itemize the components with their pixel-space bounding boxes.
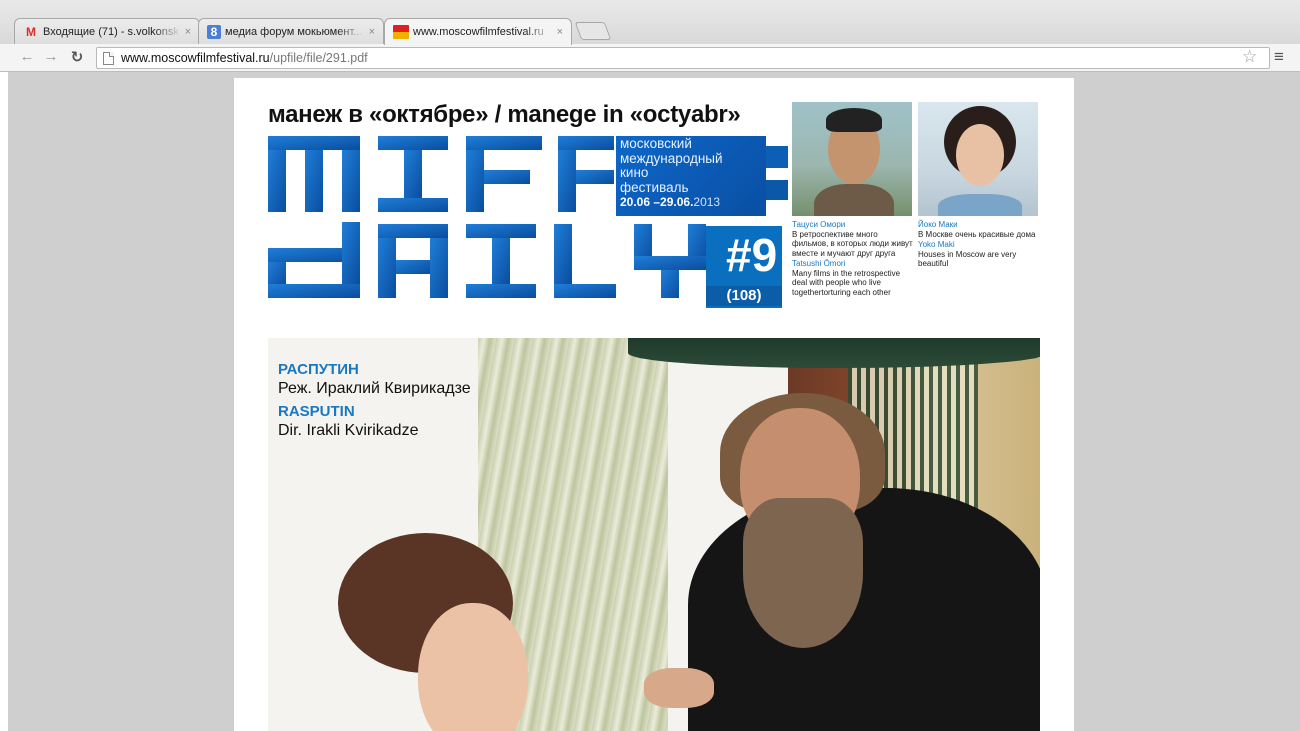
page-icon xyxy=(103,51,114,65)
back-arrow-icon[interactable]: ← xyxy=(18,48,36,65)
film-title-en: RASPUTIN xyxy=(278,403,355,420)
caption-name-en: Yoko Maki xyxy=(918,240,955,249)
fest-date-range: 20.06 –29.06. xyxy=(620,195,694,209)
tab-title: медиа форум мокьюмент... xyxy=(225,25,363,38)
pdf-page: манеж в «октябре» / manege in «octyabr» xyxy=(234,78,1074,731)
new-tab-button[interactable] xyxy=(574,22,612,40)
film-director-ru: Реж. Ираклий Квирикадзе xyxy=(278,380,471,397)
url-path: /upfile/file/291.pdf xyxy=(269,51,368,65)
tab-strip: M Входящие (71) - s.volkonsk × 8 медиа ф… xyxy=(0,0,1300,45)
caption-name-ru: Тацуси Омори xyxy=(792,220,846,229)
menu-icon[interactable]: ≡ xyxy=(1274,47,1284,67)
tab-gmail[interactable]: M Входящие (71) - s.volkonsk × xyxy=(14,18,200,44)
page-headline: манеж в «октябре» / manege in «octyabr» xyxy=(268,101,741,128)
caption-text-en: Houses in Moscow are very beautiful xyxy=(918,249,1017,269)
caption-text-ru: В Москве очень красивые дома xyxy=(918,229,1036,239)
fest-line: московский xyxy=(620,136,692,151)
google-plus-icon: 8 xyxy=(207,24,221,39)
bookmark-star-icon[interactable]: ☆ xyxy=(1242,47,1257,67)
close-icon[interactable]: × xyxy=(369,26,375,38)
reload-icon[interactable]: ↻ xyxy=(68,48,86,66)
tab-title: Входящие (71) - s.volkonsk xyxy=(43,25,179,38)
caption-name-en: Tatsushi Ōmori xyxy=(792,259,846,268)
caption-omori: Тацуси Омори В ретроспективе много фильм… xyxy=(792,220,916,297)
tab-moscowfilmfestival[interactable]: www.moscowfilmfestival.ru × xyxy=(384,18,572,45)
caption-maki: Йоко Маки В Москве очень красивые дома Y… xyxy=(918,220,1042,269)
issue-total: (108) xyxy=(706,286,782,306)
issue-badge: #9 (108) xyxy=(706,226,782,308)
miff-favicon xyxy=(393,25,409,39)
film-director-en: Dir. Irakli Kvirikadze xyxy=(278,422,419,439)
forward-arrow-icon[interactable]: → xyxy=(42,48,60,65)
film-title-ru: РАСПУТИН xyxy=(278,361,359,378)
caption-text-ru: В ретроспективе много фильмов, в которых… xyxy=(792,229,913,258)
film-credits: РАСПУТИН Реж. Ираклий Квирикадзе RASPUTI… xyxy=(278,360,471,444)
tab-title: www.moscowfilmfestival.ru xyxy=(413,26,544,38)
fest-line: международный xyxy=(620,150,723,166)
portrait-maki xyxy=(918,102,1038,216)
fest-line: фестиваль xyxy=(620,179,689,195)
gmail-icon: M xyxy=(26,24,36,39)
tab-media-forum[interactable]: 8 медиа форум мокьюмент... × xyxy=(198,18,384,44)
caption-name-ru: Йоко Маки xyxy=(918,220,958,229)
fest-dates: 20.06 –29.06.2013 xyxy=(620,195,762,210)
portrait-omori xyxy=(792,102,912,216)
issue-number: #9 xyxy=(726,229,778,281)
pdf-viewer[interactable]: манеж в «октябре» / manege in «octyabr» xyxy=(8,72,1300,731)
caption-text-en: Many films in the retrospective deal wit… xyxy=(792,268,901,297)
fest-line: кино xyxy=(620,165,649,180)
festival-badge: московский международный кино фестиваль … xyxy=(616,136,766,216)
close-icon[interactable]: × xyxy=(557,26,563,38)
address-bar[interactable]: www.moscowfilmfestival.ru/upfile/file/29… xyxy=(96,47,1270,69)
url-host: www.moscowfilmfestival.ru xyxy=(121,51,270,65)
fest-year: 2013 xyxy=(693,195,721,209)
browser-toolbar: ← → ↻ www.moscowfilmfestival.ru/upfile/f… xyxy=(0,44,1300,72)
close-icon[interactable]: × xyxy=(185,26,191,38)
